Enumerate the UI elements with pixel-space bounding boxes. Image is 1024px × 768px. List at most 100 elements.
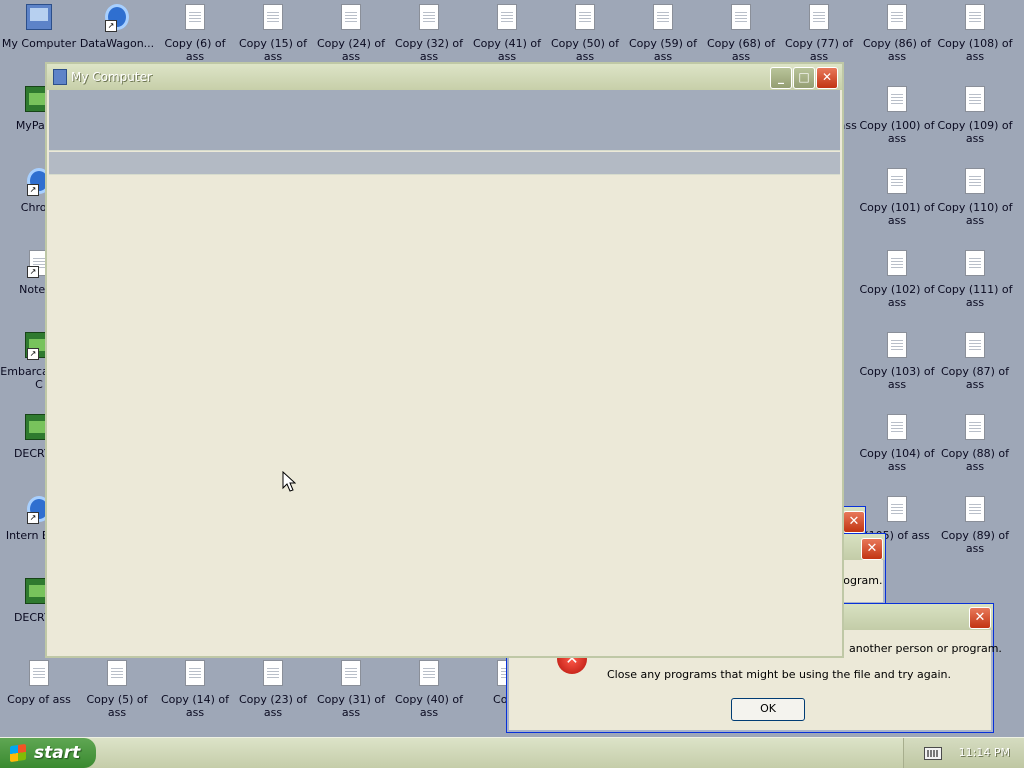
- text-file-icon: [497, 4, 517, 30]
- desktop-icon-label: Copy (88) of ass: [940, 447, 1010, 473]
- desktop-icon-label: Copy (100) of ass: [859, 119, 935, 145]
- desktop-icon[interactable]: Copy (5) of ass: [78, 656, 156, 736]
- text-file-icon: [965, 168, 985, 194]
- desktop-icon[interactable]: Copy (86) of ass: [858, 0, 936, 80]
- desktop-icon-label: Copy (40) of ass: [394, 693, 464, 719]
- window-title: My Computer: [71, 70, 152, 84]
- desktop-icon[interactable]: Copy (108) of ass: [936, 0, 1014, 80]
- desktop-icon[interactable]: Copy (101) of ass: [858, 164, 936, 244]
- text-file-icon: [887, 250, 907, 276]
- shortcut-arrow-icon: ↗: [27, 184, 39, 196]
- desktop-icon-label: Copy (5) of ass: [86, 693, 148, 719]
- shortcut-arrow-icon: ↗: [105, 20, 117, 32]
- windows-logo-icon: [10, 743, 26, 763]
- desktop-icon[interactable]: Copy (100) of ass: [858, 82, 936, 162]
- desktop-icon-label: Copy (104) of ass: [859, 447, 935, 473]
- shortcut-arrow-icon: ↗: [27, 348, 39, 360]
- start-label: start: [34, 743, 81, 763]
- dialog-close-button[interactable]: ✕: [843, 511, 865, 533]
- desktop-icon-label: Copy (15) of ass: [238, 37, 308, 63]
- start-button[interactable]: start: [0, 738, 96, 768]
- desktop-icon-label: Copy (68) of ass: [706, 37, 776, 63]
- text-file-icon: [887, 86, 907, 112]
- keyboard-icon[interactable]: [924, 747, 942, 760]
- text-file-icon: [263, 4, 283, 30]
- shortcut-arrow-icon: ↗: [27, 512, 39, 524]
- text-file-icon: [887, 496, 907, 522]
- desktop-icon[interactable]: Copy (89) of ass: [936, 492, 1014, 572]
- desktop-icon-label: Copy (110) of ass: [937, 201, 1013, 227]
- desktop-icon-label: Copy (108) of ass: [937, 37, 1013, 63]
- computer-icon: [53, 69, 67, 85]
- desktop-icon[interactable]: Copy (40) of ass: [390, 656, 468, 736]
- close-button[interactable]: ✕: [816, 67, 838, 89]
- text-file-icon: [575, 4, 595, 30]
- desktop-icon-label: Copy (23) of ass: [238, 693, 308, 719]
- text-file-icon: [731, 4, 751, 30]
- desktop-icon[interactable]: Copy (31) of ass: [312, 656, 390, 736]
- dialog-message-1: another person or program.: [849, 642, 1002, 655]
- desktop-icon[interactable]: Copy (102) of ass: [858, 246, 936, 326]
- text-file-icon: [419, 660, 439, 686]
- desktop-icon[interactable]: Copy (110) of ass: [936, 164, 1014, 244]
- desktop-icon[interactable]: Copy (103) of ass: [858, 328, 936, 408]
- desktop-icon[interactable]: Copy (111) of ass: [936, 246, 1014, 326]
- desktop-icon[interactable]: Copy of ass: [0, 656, 78, 736]
- text-file-icon: [341, 4, 361, 30]
- desktop-icon[interactable]: Copy (104) of ass: [858, 410, 936, 490]
- text-file-icon: [29, 660, 49, 686]
- text-file-icon: [263, 660, 283, 686]
- desktop-icon-label: Copy (101) of ass: [859, 201, 935, 227]
- text-file-icon: [419, 4, 439, 30]
- window-titlebar[interactable]: My Computer _ □ ✕: [47, 64, 842, 90]
- desktop-icon-label: Copy (89) of ass: [940, 529, 1010, 555]
- desktop-icon-label: Copy (31) of ass: [316, 693, 386, 719]
- desktop-icon[interactable]: Copy (23) of ass: [234, 656, 312, 736]
- dialog-close-button[interactable]: ✕: [861, 538, 883, 560]
- text-file-icon: [887, 414, 907, 440]
- desktop-icon[interactable]: Copy (88) of ass: [936, 410, 1014, 490]
- computer-icon: [26, 4, 52, 30]
- text-file-icon: [965, 250, 985, 276]
- text-file-icon: [185, 4, 205, 30]
- ok-button[interactable]: OK: [731, 698, 805, 721]
- desktop-icon-label: Copy (50) of ass: [550, 37, 620, 63]
- mouse-cursor-icon: [282, 471, 296, 492]
- error-dialog-back-2: ✕ rogram.: [839, 533, 886, 605]
- taskbar: start 11:14 PM: [0, 737, 1024, 768]
- desktop-icon-label: Copy (86) of ass: [862, 37, 932, 63]
- text-file-icon: [965, 414, 985, 440]
- text-file-icon: [965, 4, 985, 30]
- desktop-icon[interactable]: Copy (87) of ass: [936, 328, 1014, 408]
- text-file-icon: [185, 660, 205, 686]
- desktop-icon-label: Copy (41) of ass: [472, 37, 542, 63]
- desktop-icon-label: My Computer: [1, 37, 77, 50]
- window-ghost-area: [49, 152, 840, 175]
- text-file-icon: [887, 4, 907, 30]
- maximize-button[interactable]: □: [793, 67, 815, 89]
- desktop-icon-label: Copy (109) of ass: [937, 119, 1013, 145]
- minimize-button[interactable]: _: [770, 67, 792, 89]
- desktop-icon-label: DataWagon...: [79, 37, 155, 50]
- desktop-icon-label: Copy (87) of ass: [940, 365, 1010, 391]
- desktop-icon[interactable]: Copy (109) of ass: [936, 82, 1014, 162]
- clock[interactable]: 11:14 PM: [959, 746, 1010, 759]
- window-ghost-area: [49, 90, 840, 151]
- desktop-icon-label: Copy (111) of ass: [937, 283, 1013, 309]
- system-tray: 11:14 PM: [903, 738, 1024, 768]
- desktop-icon-label: Copy (14) of ass: [160, 693, 230, 719]
- desktop-icon-label: Copy (103) of ass: [859, 365, 935, 391]
- shortcut-arrow-icon: ↗: [27, 266, 39, 278]
- dialog-message-2: Close any programs that might be using t…: [607, 668, 952, 681]
- desktop-icon-label: Copy (77) of ass: [784, 37, 854, 63]
- desktop-icon-label: Copy (102) of ass: [859, 283, 935, 309]
- desktop-icon-label: Copy of ass: [7, 693, 71, 706]
- desktop-icon-label: Copy (32) of ass: [394, 37, 464, 63]
- desktop-icon[interactable]: Copy (14) of ass: [156, 656, 234, 736]
- dialog-message: rogram.: [839, 574, 883, 587]
- desktop-icon-label: Copy (6) of ass: [164, 37, 226, 63]
- dialog-close-button[interactable]: ✕: [969, 607, 991, 629]
- text-file-icon: [887, 168, 907, 194]
- desktop-icon-label: Copy (59) of ass: [628, 37, 698, 63]
- desktop-icon-label: Copy (24) of ass: [316, 37, 386, 63]
